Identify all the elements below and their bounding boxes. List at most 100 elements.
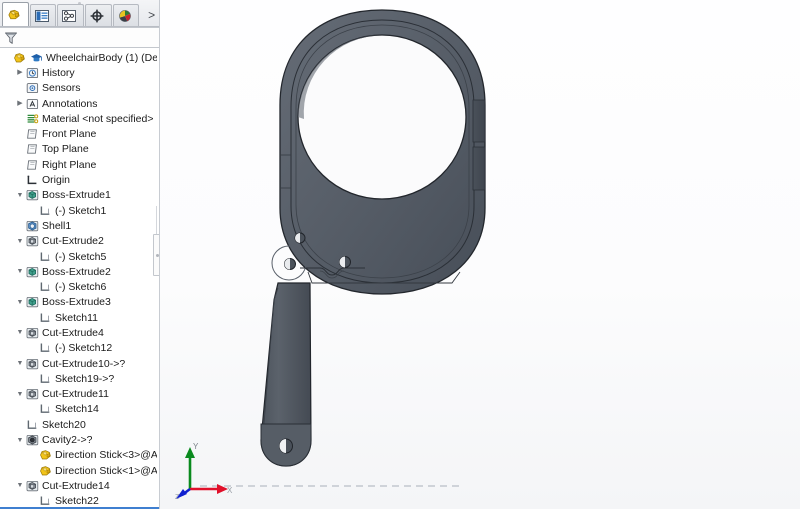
tree-item-cut-extrude4[interactable]: ▼ Cut-Extrude4 [0, 325, 159, 340]
chevron-down-icon[interactable]: ▼ [15, 299, 25, 306]
chevron-down-icon[interactable]: ▼ [15, 268, 25, 275]
chevron-down-icon[interactable]: ▼ [15, 360, 25, 367]
tree-item-sketch1[interactable]: (-) Sketch1 [0, 203, 159, 218]
sketch-icon [38, 342, 52, 355]
tree-item-history[interactable]: ▶ History [0, 65, 159, 80]
tree-item-label: Right Plane [42, 158, 97, 171]
sketch-icon [38, 372, 52, 385]
tree-item-label: Direction Stick<1>@Asse [55, 464, 157, 477]
tree-item-direction-stick-1[interactable]: Direction Stick<1>@Asse [0, 463, 159, 478]
cavity-icon [25, 434, 39, 447]
view-orientation-triad: Y X Z [170, 441, 240, 501]
tree-item-direction-stick-3[interactable]: Direction Stick<3>@Asse [0, 448, 159, 463]
tree-item-label: Top Plane [42, 143, 89, 156]
property-list-icon [34, 9, 49, 22]
triad-z-axis: Z [175, 487, 191, 501]
sketch-icon [38, 281, 52, 294]
tree-item-wheelchairbody[interactable]: WheelchairBody (1) (Defaul [0, 50, 159, 65]
tree-item-sketch20[interactable]: Sketch20 [0, 417, 159, 432]
tree-item-label: History [42, 66, 75, 79]
material-icon [25, 112, 39, 125]
tree-item-sketch19[interactable]: Sketch19->? [0, 371, 159, 386]
splitter-grip-dot [156, 253, 159, 257]
tree-item-label: Boss-Extrude3 [42, 296, 111, 309]
tree-item-cut-extrude10[interactable]: ▼ Cut-Extrude10->? [0, 356, 159, 371]
tree-item-sensors[interactable]: Sensors [0, 81, 159, 96]
tab-dimxpert-manager[interactable] [85, 4, 112, 26]
tree-item-label: Sketch14 [55, 403, 99, 416]
sketch-icon [38, 311, 52, 324]
cut-extrude-icon [25, 326, 39, 339]
chevron-down-icon[interactable]: ▼ [15, 391, 25, 398]
tree-item-label: (-) Sketch1 [55, 204, 107, 217]
panel-splitter-handle[interactable] [153, 234, 159, 276]
tree-item-label: Origin [42, 174, 71, 187]
tree-item-sketch6[interactable]: (-) Sketch6 [0, 279, 159, 294]
tree-item-label: Sensors [42, 82, 81, 95]
tree-item-sketch14[interactable]: Sketch14 [0, 402, 159, 417]
boss-extrude-icon [25, 189, 39, 202]
tree-item-cavity2[interactable]: ▼ Cavity2->? [0, 432, 159, 447]
tree-item-cut-extrude14[interactable]: ▼ Cut-Extrude14 [0, 478, 159, 493]
tree-item-annotations[interactable]: ▶ Annotations [0, 96, 159, 111]
part-icon [38, 449, 52, 462]
chevron-down-icon[interactable]: ▼ [15, 329, 25, 336]
tree-item-front-plane[interactable]: Front Plane [0, 126, 159, 141]
feature-tree[interactable]: WheelchairBody (1) (Defaul ▶ History Senso… [0, 48, 159, 507]
tree-item-top-plane[interactable]: Top Plane [0, 142, 159, 157]
tree-item-cut-extrude11[interactable]: ▼ Cut-Extrude11 [0, 387, 159, 402]
chevron-down-icon[interactable]: ▼ [15, 482, 25, 489]
tree-item-sketch12[interactable]: (-) Sketch12 [0, 341, 159, 356]
chevron-down-icon[interactable]: ▼ [15, 192, 25, 199]
graduation-cap-icon [29, 51, 43, 64]
tree-item-material[interactable]: Material <not specified> [0, 111, 159, 126]
plane-icon [25, 143, 39, 156]
tree-item-sketch22[interactable]: Sketch22 [0, 494, 159, 507]
configuration-icon [62, 9, 77, 22]
tab-display-manager[interactable] [112, 4, 140, 26]
tree-item-shell1[interactable]: Shell1 [0, 218, 159, 233]
tab-configuration-manager[interactable] [57, 4, 85, 26]
tree-item-label: Front Plane [42, 128, 97, 141]
tab-feature-manager-design-tree[interactable] [2, 2, 29, 26]
tree-item-label: Boss-Extrude2 [42, 265, 111, 278]
wheelchair-body-model[interactable] [160, 0, 800, 509]
part-icon [38, 464, 52, 477]
triad-y-axis: Y [185, 442, 199, 489]
funnel-filter-icon[interactable] [3, 31, 19, 44]
chevron-right-icon[interactable]: ▶ [15, 100, 25, 107]
tree-item-label: Cut-Extrude10->? [42, 357, 126, 370]
tab-overflow-chevron-icon[interactable]: > [144, 4, 159, 26]
tree-item-label: Sketch11 [55, 311, 98, 324]
tree-item-boss-extrude1[interactable]: ▼ Boss-Extrude1 [0, 188, 159, 203]
tree-filter-row [0, 27, 159, 48]
tree-item-label: (-) Sketch12 [55, 342, 113, 355]
cut-extrude-icon [25, 357, 39, 370]
chevron-down-icon[interactable]: ▼ [15, 437, 25, 444]
graphics-viewport[interactable]: Y X Z [160, 0, 800, 509]
tree-item-boss-extrude2[interactable]: ▼ Boss-Extrude2 [0, 264, 159, 279]
tree-item-cut-extrude2[interactable]: ▼ Cut-Extrude2 [0, 234, 159, 249]
tree-item-right-plane[interactable]: Right Plane [0, 157, 159, 172]
tab-property-manager[interactable] [29, 4, 57, 26]
plane-icon [25, 128, 39, 141]
tree-item-label: (-) Sketch6 [55, 281, 107, 294]
tree-item-origin[interactable]: Origin [0, 172, 159, 187]
tree-item-sketch11[interactable]: Sketch11 [0, 310, 159, 325]
annotations-icon [25, 97, 39, 110]
chevron-down-icon[interactable]: ▼ [15, 238, 25, 245]
chevron-right-icon[interactable]: ▶ [15, 69, 25, 76]
tree-filter-input[interactable] [22, 29, 159, 46]
tree-item-sketch5[interactable]: (-) Sketch5 [0, 249, 159, 264]
tree-item-boss-extrude3[interactable]: ▼ Boss-Extrude3 [0, 295, 159, 310]
